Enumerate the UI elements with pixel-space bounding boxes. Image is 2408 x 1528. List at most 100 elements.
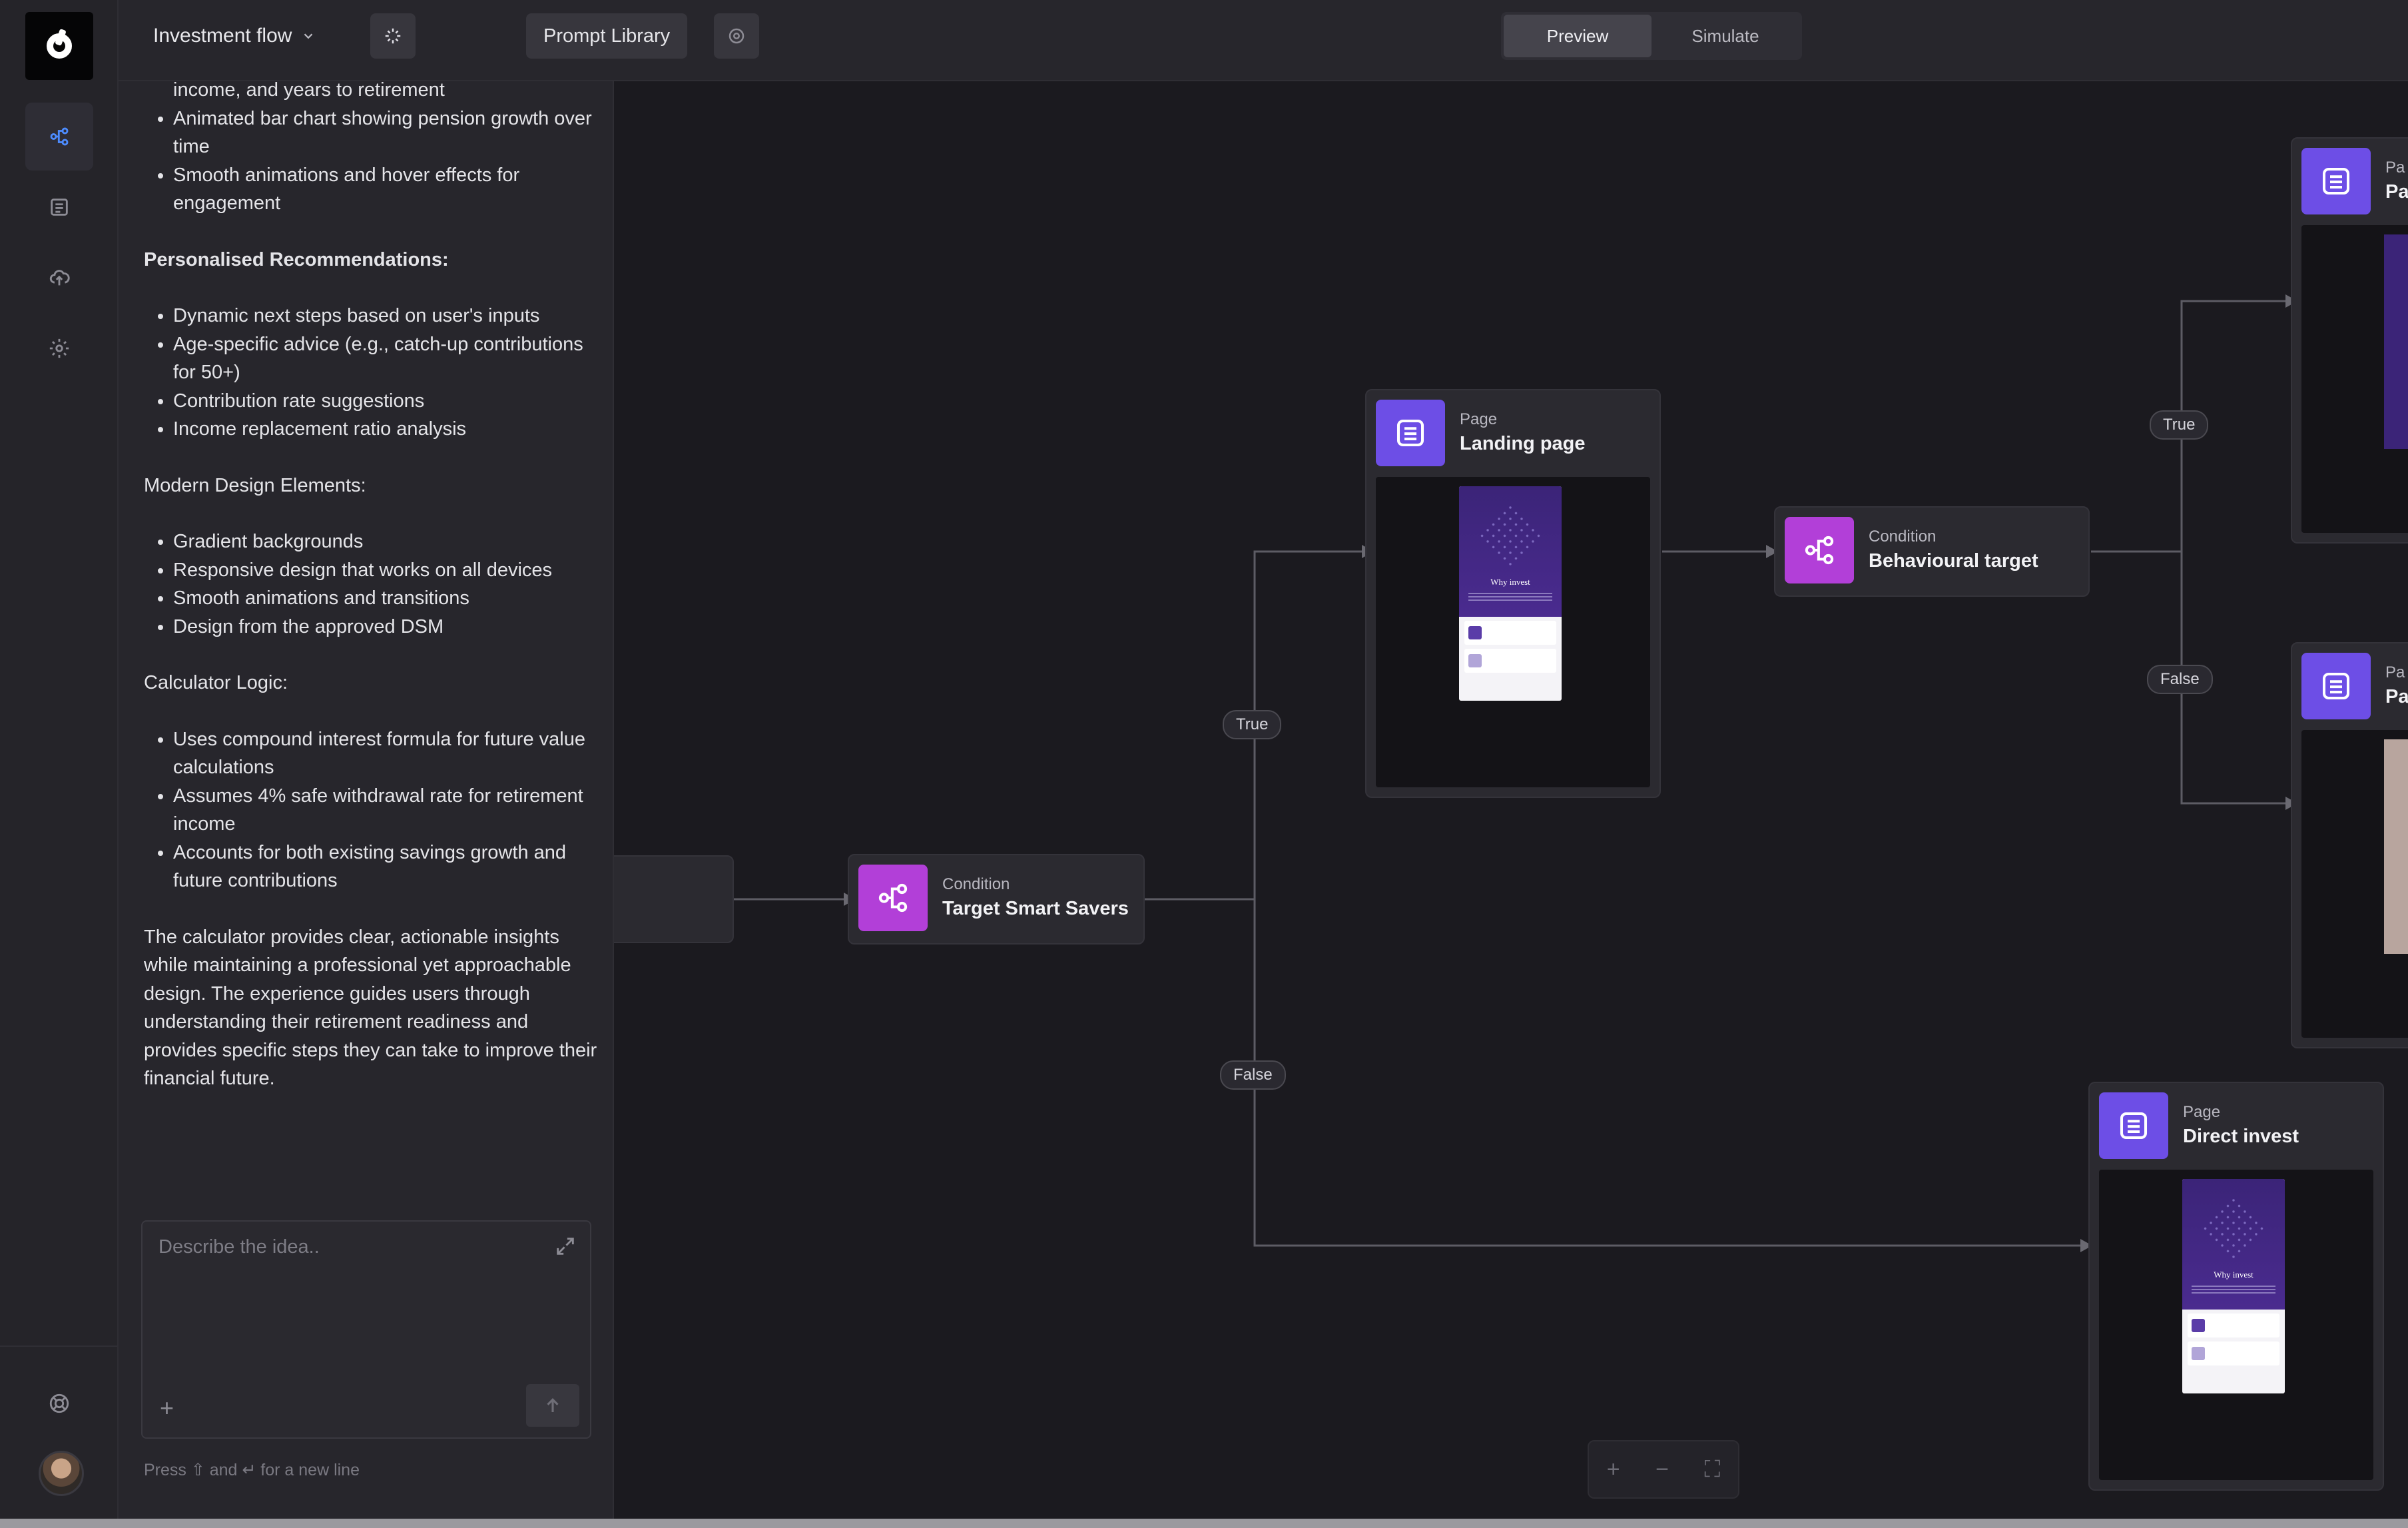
zoom-controls: + − ⛶ <box>1588 1440 1739 1499</box>
list-item: Design from the approved DSM <box>173 613 603 641</box>
design-heading: Modern Design Elements: <box>144 474 366 496</box>
tab-simulate[interactable]: Simulate <box>1652 15 1799 57</box>
prompt-composer[interactable]: Describe the idea.. + <box>141 1220 591 1439</box>
page-preview: Why invest <box>1376 477 1650 787</box>
preview-title: Why invest <box>2214 1270 2254 1280</box>
chat-panel: income, and years to retirement Animated… <box>119 81 614 1519</box>
node-kind: Condition <box>942 875 1010 893</box>
node-kind: Page <box>2183 1103 2221 1121</box>
page-icon <box>2301 148 2371 214</box>
expand-icon[interactable] <box>554 1235 577 1258</box>
list-item: Uses compound interest formula for futur… <box>173 725 603 782</box>
page-preview <box>2301 225 2408 533</box>
help-icon[interactable] <box>25 1369 93 1437</box>
page-icon <box>2301 653 2371 719</box>
flow-canvas[interactable]: Condition Target Smart Savers Page Landi… <box>614 81 2408 1519</box>
condition-icon <box>1785 517 1854 583</box>
list-item: Responsive design that works on all devi… <box>173 556 603 585</box>
node-direct-invest[interactable]: Page Direct invest Why invest <box>2088 1082 2384 1491</box>
composer-hint: Press ⇧ and ↵ for a new line <box>144 1461 360 1479</box>
tab-preview[interactable]: Preview <box>1504 15 1652 57</box>
window-bottom-edge <box>0 1519 2408 1528</box>
list-item: Smooth animations and transitions <box>173 584 603 613</box>
node-name: Target Smart Savers <box>942 898 1129 919</box>
recommendations-heading: Personalised Recommendations: <box>144 248 449 270</box>
recommendations-list: Dynamic next steps based on user's input… <box>144 302 603 444</box>
node-name: Pa <box>2385 181 2408 202</box>
flow-icon[interactable] <box>25 103 93 171</box>
flow-selector[interactable]: Investment flow <box>153 23 316 49</box>
design-list: Gradient backgrounds Responsive design t… <box>144 528 603 641</box>
list-item: Contribution rate suggestions <box>173 387 603 416</box>
preview-row <box>1464 621 1556 645</box>
node-kind: Pa <box>2385 663 2405 681</box>
rail-divider <box>0 1345 117 1347</box>
summary-text: The calculator provides clear, actionabl… <box>144 926 597 1090</box>
mode-switch: Preview Simulate <box>1501 12 1802 60</box>
magic-wand-button[interactable] <box>370 13 416 59</box>
chat-message: income, and years to retirement Animated… <box>144 81 603 1121</box>
node-name: Direct invest <box>2183 1126 2299 1147</box>
zoom-in-button[interactable]: + <box>1607 1457 1620 1483</box>
fit-view-button[interactable]: ⛶ <box>1704 1457 1720 1483</box>
page-preview <box>2301 730 2408 1038</box>
list-item: Gradient backgrounds <box>173 528 603 556</box>
node-landing-page[interactable]: Page Landing page Why invest <box>1365 389 1661 798</box>
settings-button[interactable] <box>714 13 759 59</box>
zoom-out-button[interactable]: − <box>1656 1457 1669 1483</box>
preview-row <box>2188 1341 2279 1365</box>
node-page-top-right[interactable]: Pa Pa <box>2291 137 2408 544</box>
edge-label-false: False <box>2147 665 2213 694</box>
node-kind: Pa <box>2385 159 2405 177</box>
node-name: Behavioural target <box>1869 550 2038 572</box>
list-item: Age-specific advice (e.g., catch-up cont… <box>173 330 603 387</box>
preview-title: Why invest <box>1490 577 1530 587</box>
add-attachment-button[interactable]: + <box>160 1396 174 1420</box>
target-icon <box>729 28 745 44</box>
chevron-down-icon <box>304 33 313 39</box>
list-item: Smooth animations and hover effects for … <box>173 161 603 218</box>
phone-mockup: Why invest <box>1459 486 1562 701</box>
page-icon <box>2099 1092 2168 1159</box>
preview-row <box>1464 649 1556 673</box>
page-icon <box>1376 400 1445 466</box>
flow-name: Investment flow <box>153 25 292 47</box>
node-name: Landing page <box>1460 433 1586 454</box>
intro-list: income, and years to retirement <box>144 81 603 105</box>
node-kind: Condition <box>1869 528 1937 546</box>
condition-icon <box>858 865 928 931</box>
edge-label-false: False <box>1220 1060 1286 1090</box>
list-item: Accounts for both existing savings growt… <box>173 839 603 895</box>
node-name: Pa <box>2385 686 2408 707</box>
arrow-up-icon <box>547 1398 559 1412</box>
node-target-smart-savers[interactable]: Condition Target Smart Savers <box>848 854 1145 945</box>
pages-icon[interactable] <box>25 173 93 241</box>
top-bar: Investment flow Prompt Library Preview S… <box>119 0 2408 81</box>
list-item: income, and years to retirement <box>173 81 445 101</box>
node-kind: Page <box>1460 410 1498 428</box>
prompt-library-button[interactable]: Prompt Library <box>526 13 688 59</box>
list-item: Dynamic next steps based on user's input… <box>173 302 603 330</box>
composer-placeholder: Describe the idea.. <box>158 1236 320 1258</box>
phone-mockup: Why invest <box>2182 1179 2285 1393</box>
logic-list: Uses compound interest formula for futur… <box>144 725 603 895</box>
intro-list-cont: Animated bar chart showing pension growt… <box>144 105 603 218</box>
upload-icon[interactable] <box>25 244 93 312</box>
settings-gear-icon[interactable] <box>25 314 93 382</box>
preview-row <box>2188 1314 2279 1337</box>
logic-heading: Calculator Logic: <box>144 672 288 693</box>
edge-label-true: True <box>1223 710 1282 739</box>
list-item: Income replacement ratio analysis <box>173 415 603 444</box>
list-item: Assumes 4% safe withdrawal rate for reti… <box>173 782 603 839</box>
left-rail <box>0 0 119 1519</box>
sparkle-icon <box>385 28 401 44</box>
send-button[interactable] <box>526 1384 579 1427</box>
node-page-mid-right[interactable]: Pa Pa <box>2291 642 2408 1048</box>
list-item: Animated bar chart showing pension growt… <box>173 105 603 161</box>
edge-label-true: True <box>2150 410 2209 440</box>
page-preview: Why invest <box>2099 1170 2373 1480</box>
user-avatar[interactable] <box>39 1451 84 1496</box>
app-logo[interactable] <box>25 12 93 80</box>
node-behavioural-target[interactable]: Condition Behavioural target <box>1774 506 2090 597</box>
upstream-node[interactable] <box>614 855 734 943</box>
